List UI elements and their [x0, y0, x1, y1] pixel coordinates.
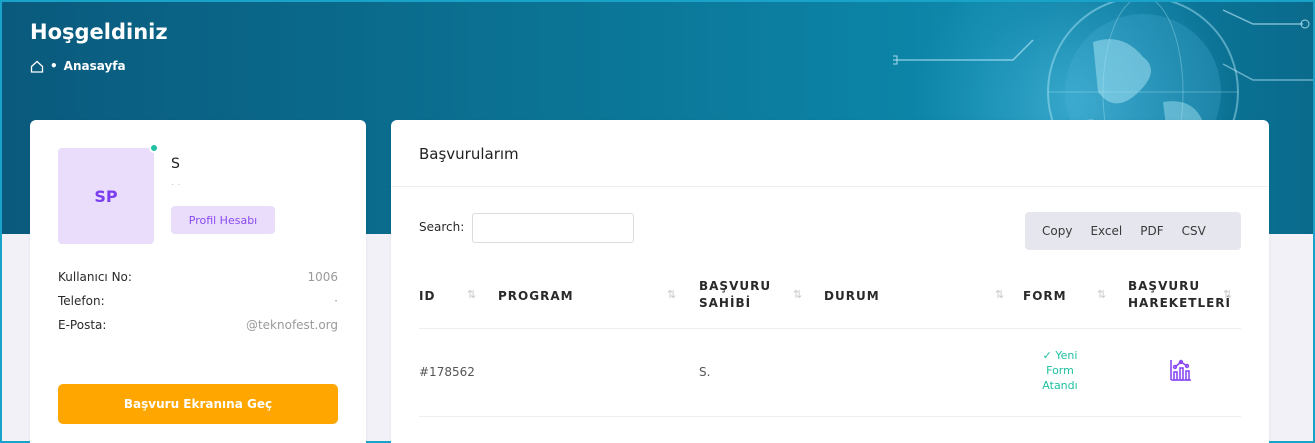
go-to-application-button[interactable]: Başvuru Ekranına Geç: [58, 384, 338, 424]
column-header-actions[interactable]: BAŞVURU HAREKETLERİ: [1128, 278, 1232, 312]
home-icon[interactable]: [30, 60, 44, 73]
info-value: 1006: [307, 270, 338, 284]
breadcrumb-current[interactable]: Anasayfa: [64, 59, 126, 73]
avatar: SP: [58, 148, 154, 244]
user-subtitle: · ·: [171, 180, 181, 191]
divider: [419, 416, 1241, 417]
sort-icon[interactable]: ⇅: [793, 288, 802, 301]
search-label: Search:: [419, 220, 465, 234]
divider: [391, 186, 1269, 187]
excel-button[interactable]: Excel: [1081, 224, 1131, 238]
column-header-id[interactable]: ID: [419, 288, 435, 305]
profile-card: SP S · · Profil Hesabı Kullanıcı No: 100…: [30, 120, 366, 443]
info-row-email: E-Posta: @teknofest.org: [58, 318, 338, 332]
info-row-phone: Telefon: ·: [58, 294, 338, 308]
info-label: Kullanıcı No:: [58, 270, 132, 284]
page-title: Hoşgeldiniz: [30, 20, 168, 44]
csv-button[interactable]: CSV: [1173, 224, 1215, 238]
sort-icon[interactable]: ⇅: [995, 288, 1004, 301]
applications-card: Başvurularım Search: Copy Excel PDF CSV …: [391, 120, 1269, 443]
info-row-user-no: Kullanıcı No: 1006: [58, 270, 338, 284]
profile-account-badge[interactable]: Profil Hesabı: [171, 206, 275, 234]
sort-icon[interactable]: ⇅: [1097, 288, 1106, 301]
cell-owner: S.: [699, 365, 711, 379]
column-header-program[interactable]: PROGRAM: [498, 288, 574, 305]
pdf-button[interactable]: PDF: [1131, 224, 1172, 238]
applications-title: Başvurularım: [419, 145, 519, 163]
column-header-status[interactable]: DURUM: [824, 288, 880, 305]
info-label: E-Posta:: [58, 318, 107, 332]
sort-icon[interactable]: ⇅: [467, 288, 476, 301]
cell-id: #178562: [419, 365, 475, 379]
column-header-owner[interactable]: BAŞVURU SAHİBİ: [699, 278, 789, 312]
copy-button[interactable]: Copy: [1033, 224, 1081, 238]
avatar-initials: SP: [94, 186, 118, 206]
form-status: ✓ Yeni Form Atandı: [1042, 349, 1078, 392]
sort-icon[interactable]: ⇅: [667, 288, 676, 301]
export-button-group: Copy Excel PDF CSV: [1025, 212, 1241, 250]
column-header-form[interactable]: FORM: [1023, 288, 1067, 305]
sort-icon[interactable]: ⇅: [1223, 288, 1232, 301]
info-value: @teknofest.org: [245, 318, 338, 332]
online-status-indicator: [149, 143, 159, 153]
search-input[interactable]: [472, 213, 634, 243]
chart-history-icon[interactable]: [1169, 358, 1193, 382]
info-label: Telefon:: [58, 294, 105, 308]
user-name: S: [171, 156, 180, 172]
breadcrumb-separator: •: [50, 59, 58, 73]
info-value: ·: [334, 294, 338, 308]
divider: [419, 328, 1241, 329]
breadcrumb: • Anasayfa: [30, 59, 126, 73]
